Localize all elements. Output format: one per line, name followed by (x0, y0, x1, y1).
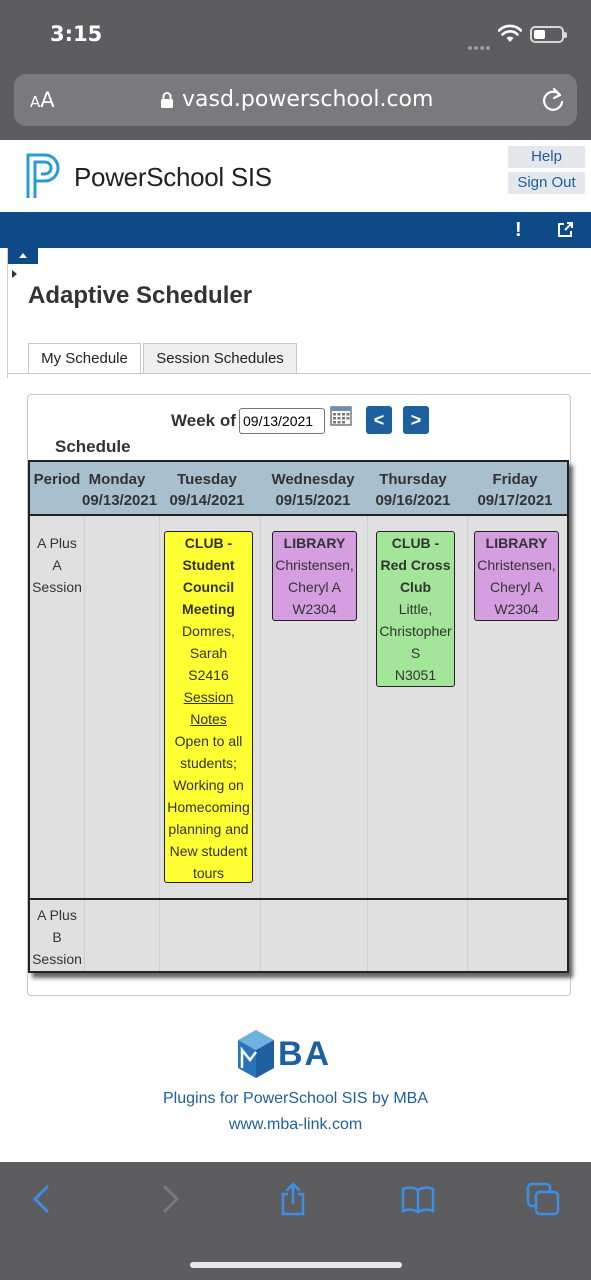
powerschool-header: PowerSchool SIS Help Sign Out (0, 140, 591, 212)
battery-icon (530, 26, 567, 43)
column-header-friday: Friday 09/17/2021 (477, 471, 553, 509)
column-header-wednesday: Wednesday 09/15/2021 (271, 471, 355, 509)
sign-out-button[interactable]: Sign Out (508, 172, 585, 194)
schedule-heading: Schedule (55, 437, 131, 456)
status-time: 3:15 (50, 22, 103, 46)
session-block-wednesday[interactable]: LIBRARY Christensen, Cheryl A W2304 (272, 531, 357, 621)
column-divider (159, 516, 160, 971)
session-block-thursday[interactable]: CLUB - Red Cross Club Little, Christophe… (376, 531, 455, 687)
column-divider (467, 516, 468, 971)
column-divider (260, 516, 261, 971)
open-new-window-icon[interactable] (557, 222, 573, 238)
session-block-tuesday[interactable]: CLUB - Student Council Meeting Domres, S… (164, 531, 253, 883)
column-header-tuesday: Tuesday 09/14/2021 (169, 471, 245, 509)
tab-my-schedule[interactable]: My Schedule (28, 343, 141, 374)
url-text[interactable]: vasd.powerschool.com (182, 87, 433, 112)
previous-week-button[interactable]: < (366, 406, 392, 434)
powerschool-logo-icon (26, 153, 60, 198)
wifi-icon (498, 24, 522, 42)
column-divider (367, 516, 368, 971)
period-label-a-plus-a: A Plus A Session (32, 535, 82, 595)
grid-header: Period Monday 09/13/2021 Tuesday 09/14/202… (30, 462, 567, 516)
row-divider (30, 898, 567, 900)
reload-icon[interactable] (540, 86, 566, 114)
column-header-monday: Monday 09/13/2021 (82, 471, 158, 509)
side-nav-strip (0, 248, 8, 378)
cellular-signal-icon (468, 37, 492, 50)
column-divider (84, 516, 85, 971)
page-title: Adaptive Scheduler (28, 282, 253, 309)
column-header-thursday: Thursday 09/16/2021 (375, 471, 451, 509)
calendar-icon[interactable] (330, 406, 352, 426)
session-notes-link[interactable]: Notes (165, 708, 252, 730)
lock-icon (161, 92, 173, 108)
text-size-button[interactable]: AA (30, 88, 55, 112)
tabs-icon[interactable] (526, 1182, 560, 1216)
back-icon[interactable] (26, 1182, 60, 1216)
nav-band: ! (0, 212, 591, 248)
bookmarks-icon[interactable] (401, 1182, 435, 1216)
period-label-a-plus-b: A Plus B Session (32, 907, 82, 967)
week-of-label: Week of (171, 411, 236, 430)
footer-website-link[interactable]: www.mba-link.com (0, 1116, 591, 1134)
help-button[interactable]: Help (508, 146, 585, 168)
share-icon[interactable] (276, 1182, 310, 1216)
home-indicator (190, 1262, 402, 1268)
schedule-grid: Period Monday 09/13/2021 Tuesday 09/14/202… (28, 460, 569, 973)
mba-logo-text: BA (278, 1035, 332, 1073)
week-date-input[interactable] (239, 408, 325, 434)
address-bar[interactable]: AA vasd.powerschool.com (14, 74, 577, 126)
footer-plugins-link[interactable]: Plugins for PowerSchool SIS by MBA (0, 1090, 591, 1108)
expand-nav-arrow-icon[interactable] (12, 270, 17, 278)
next-week-button[interactable]: > (403, 406, 429, 434)
app-title: PowerSchool SIS (74, 162, 272, 192)
session-block-friday[interactable]: LIBRARY Christensen, Cheryl A W2304 (474, 531, 559, 621)
tab-divider (8, 373, 591, 374)
forward-icon[interactable] (152, 1182, 186, 1216)
alert-icon[interactable]: ! (515, 219, 522, 242)
collapse-nav-button[interactable] (8, 248, 38, 264)
tab-session-schedules[interactable]: Session Schedules (143, 343, 297, 373)
browser-toolbar: AA vasd.powerschool.com (0, 70, 591, 140)
column-header-period: Period (33, 471, 81, 488)
status-bar: 3:15 (0, 0, 591, 70)
mba-logo-icon (238, 1030, 274, 1078)
session-notes-link[interactable]: Session (165, 686, 252, 708)
